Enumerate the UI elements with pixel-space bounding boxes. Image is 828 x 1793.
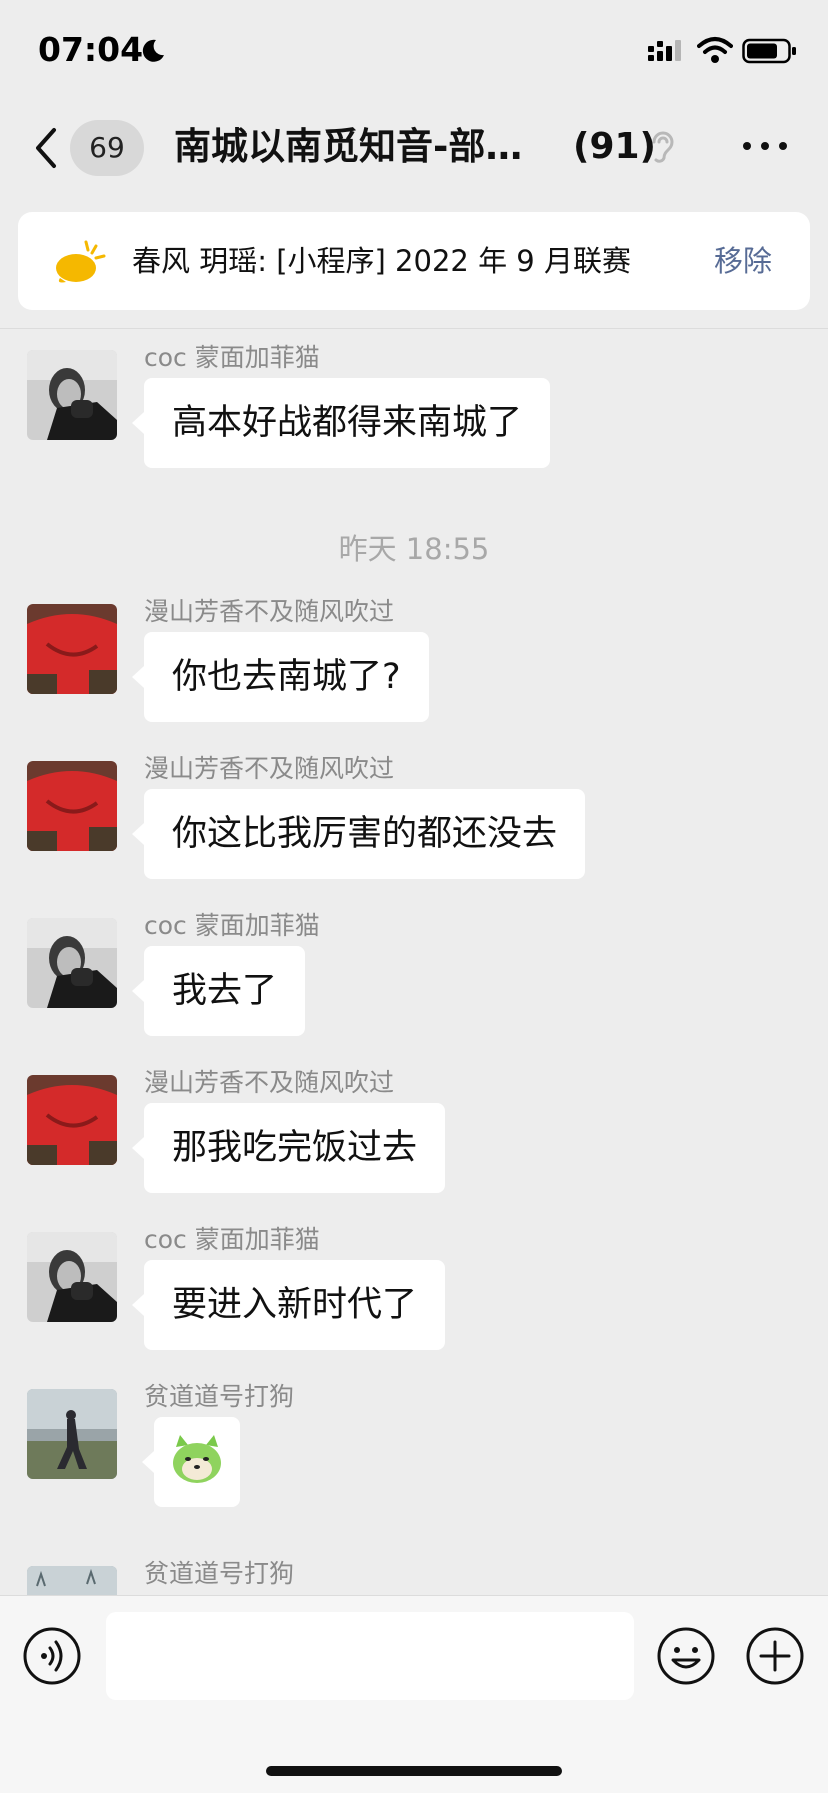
message-timestamp: 昨天 18:55 (338, 532, 490, 566)
message-item: 贫道道号打狗 (0, 1367, 828, 1517)
battery-icon (742, 38, 796, 64)
status-time: 07:04 (38, 30, 144, 69)
avatar-coc[interactable] (27, 918, 117, 1008)
avatar-coc[interactable] (27, 1232, 117, 1322)
sender-name: 漫山芳香不及随风吹过 (144, 597, 395, 626)
sun-cloud-icon (56, 240, 106, 283)
moon-icon (142, 39, 164, 62)
chat-title[interactable]: 南城以南觅知音-部… (174, 122, 538, 172)
message-bubble[interactable]: 我去了 (131, 946, 306, 1036)
sender-name: coc 蒙面加菲猫 (144, 343, 320, 372)
message-item: coc 蒙面加菲猫 高本好战都得来南城了 (0, 330, 828, 478)
sender-name: 漫山芳香不及随风吹过 (144, 1068, 395, 1097)
message-item: 漫山芳香不及随风吹过 你也去南城了? (0, 582, 828, 732)
message-item: coc 蒙面加菲猫 要进入新时代了 (0, 1210, 828, 1360)
message-bubble[interactable]: 要进入新时代了 (131, 1260, 446, 1350)
message-list[interactable]: coc 蒙面加菲猫 高本好战都得来南城了 昨天 18:55 漫山芳香不及随风吹过… (0, 330, 828, 1595)
input-bar (0, 1595, 828, 1793)
sender-name: 贫道道号打狗 (144, 1382, 295, 1411)
voice-input-icon[interactable] (22, 1626, 82, 1686)
pinned-message-text: 春风 玥瑶: [小程序] 2022 年 9 月联赛 (132, 244, 631, 278)
sender-name: 贫道道号打狗 (144, 1559, 295, 1588)
green-dog-sticker-icon (173, 1435, 221, 1483)
member-count: (91) (573, 126, 657, 167)
message-item: 漫山芳香不及随风吹过 那我吃完饭过去 (0, 1053, 828, 1203)
pinned-message-bar[interactable]: 春风 玥瑶: [小程序] 2022 年 9 月联赛 移除 (18, 212, 810, 310)
divider (0, 328, 828, 329)
message-bubble[interactable]: 你这比我厉害的都还没去 (131, 789, 586, 879)
avatar-red[interactable] (27, 761, 117, 851)
message-item: coc 蒙面加菲猫 我去了 (0, 896, 828, 1046)
message-bubble[interactable]: 那我吃完饭过去 (131, 1103, 446, 1193)
sender-name: 漫山芳香不及随风吹过 (144, 754, 395, 783)
home-indicator[interactable] (266, 1766, 562, 1776)
chat-header: 69 南城以南觅知音-部… (91) (0, 100, 828, 210)
avatar-red[interactable] (27, 604, 117, 694)
ear-icon (652, 131, 674, 163)
wifi-icon (697, 37, 733, 63)
sticker-message[interactable] (142, 1417, 240, 1507)
emoji-icon[interactable] (656, 1626, 716, 1686)
back-icon[interactable] (32, 126, 62, 170)
status-bar: 07:04 (0, 0, 828, 100)
message-bubble[interactable]: 你也去南城了? (132, 632, 429, 722)
message-item: 贫道道号打狗 (0, 1544, 828, 1595)
sender-name: coc 蒙面加菲猫 (144, 1225, 320, 1254)
sender-name: coc 蒙面加菲猫 (144, 911, 320, 940)
unread-count-badge[interactable]: 69 (70, 120, 144, 176)
avatar-field[interactable] (27, 1389, 117, 1479)
remove-pin-button[interactable]: 移除 (714, 212, 772, 310)
plus-icon[interactable] (745, 1626, 805, 1686)
avatar-field[interactable] (27, 1566, 117, 1595)
message-bubble[interactable]: 高本好战都得来南城了 (131, 378, 551, 468)
message-input[interactable] (106, 1612, 634, 1700)
signal-icon (648, 40, 681, 61)
avatar-red[interactable] (27, 1075, 117, 1165)
more-options-icon[interactable] (742, 136, 788, 156)
message-item: 漫山芳香不及随风吹过 你这比我厉害的都还没去 (0, 739, 828, 889)
avatar-coc[interactable] (27, 350, 117, 440)
